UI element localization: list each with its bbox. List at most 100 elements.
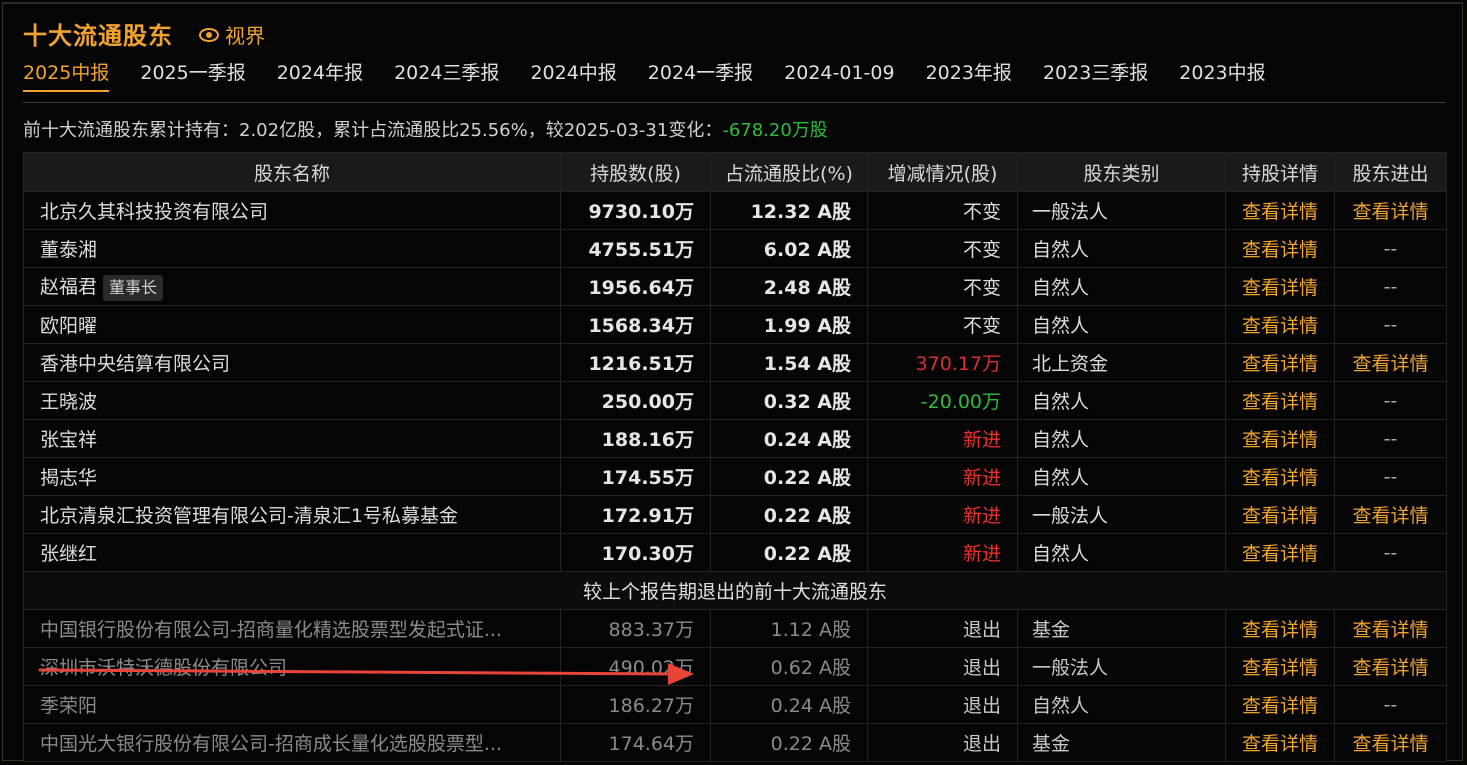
holder-type: 基金: [1017, 609, 1226, 648]
col-header-shares[interactable]: 持股数(股): [560, 152, 711, 192]
shareholder-name[interactable]: 中国银行股份有限公司-招商量化精选股票型发起式证...: [23, 609, 561, 648]
inout-link[interactable]: 查看详情: [1334, 191, 1447, 230]
inout-link[interactable]: 查看详情: [1334, 647, 1447, 686]
shareholder-name[interactable]: 董泰湘: [23, 229, 561, 268]
shareholder-name-text: 董泰湘: [40, 239, 98, 261]
tab-2[interactable]: 2024年报: [277, 58, 363, 90]
inout-link[interactable]: 查看详情: [1334, 343, 1447, 382]
holder-type: 一般法人: [1017, 191, 1226, 230]
detail-link[interactable]: 查看详情: [1225, 305, 1335, 344]
shareholder-name[interactable]: 赵福君 董事长: [23, 267, 561, 306]
ratio-value: 0.22 A股: [710, 533, 868, 572]
shareholder-name-text: 张宝祥: [40, 429, 98, 451]
shares-value: 170.30万: [560, 533, 711, 572]
detail-link[interactable]: 查看详情: [1225, 609, 1335, 648]
shares-value: 174.64万: [560, 723, 711, 762]
holder-type: 自然人: [1017, 267, 1226, 306]
col-header-inout: 股东进出: [1334, 152, 1447, 192]
shareholders-table: 股东名称 持股数(股) 占流通股比(%) 增减情况(股) 股东类别 持股详情 股…: [23, 152, 1447, 762]
detail-link[interactable]: 查看详情: [1225, 647, 1335, 686]
detail-link[interactable]: 查看详情: [1225, 191, 1335, 230]
shareholder-name[interactable]: 揭志华: [23, 457, 561, 496]
summary-text: 前十大流通股东累计持有：2.02亿股，累计占流通股比25.56%，较2025-0…: [23, 116, 828, 142]
inout-link[interactable]: 查看详情: [1334, 495, 1447, 534]
shareholder-name[interactable]: 香港中央结算有限公司: [23, 343, 561, 382]
holder-type: 自然人: [1017, 419, 1226, 458]
table-row: 欧阳曜 1568.34万 1.99 A股 不变 自然人 查看详情 --: [23, 305, 1447, 344]
detail-link[interactable]: 查看详情: [1225, 533, 1335, 572]
change-value: 新进: [867, 533, 1018, 572]
ratio-value: 2.48 A股: [710, 267, 868, 306]
tab-1[interactable]: 2025一季报: [140, 58, 245, 90]
tab-6[interactable]: 2024-01-09: [784, 58, 894, 90]
inout-empty: --: [1334, 685, 1447, 724]
shareholder-name-text: 赵福君: [40, 276, 98, 299]
table-row: 北京清泉汇投资管理有限公司-清泉汇1号私募基金 172.91万 0.22 A股 新进一…: [23, 495, 1447, 534]
shareholder-name[interactable]: 王晓波: [23, 381, 561, 420]
ratio-value: 6.02 A股: [710, 229, 868, 268]
shareholder-name[interactable]: 欧阳曜: [23, 305, 561, 344]
table-header: 股东名称 持股数(股) 占流通股比(%) 增减情况(股) 股东类别 持股详情 股…: [23, 152, 1447, 192]
table-row: 董泰湘 4755.51万 6.02 A股 不变 自然人 查看详情 --: [23, 229, 1447, 268]
tab-5[interactable]: 2024一季报: [648, 58, 753, 90]
shares-value: 1568.34万: [560, 305, 711, 344]
table-row-exited: 中国光大银行股份有限公司-招商成长量化选股股票型... 174.64万 0.22 A…: [23, 723, 1447, 762]
shareholder-name[interactable]: 深圳市沃特沃德股份有限公司: [23, 647, 561, 686]
detail-link[interactable]: 查看详情: [1225, 457, 1335, 496]
shares-value: 188.16万: [560, 419, 711, 458]
vision-link[interactable]: 视界: [199, 20, 265, 49]
shareholder-name[interactable]: 北京清泉汇投资管理有限公司-清泉汇1号私募基金: [23, 495, 561, 534]
shareholder-name[interactable]: 张继红: [23, 533, 561, 572]
change-value: 退出: [867, 609, 1018, 648]
inout-link[interactable]: 查看详情: [1334, 723, 1447, 762]
table-row: 张宝祥 188.16万 0.24 A股 新进 自然人 查看详情 --: [23, 419, 1447, 458]
holder-type: 自然人: [1017, 533, 1226, 572]
ratio-value: 1.54 A股: [710, 343, 868, 382]
change-value: 新进: [867, 457, 1018, 496]
shareholder-name[interactable]: 北京久其科技投资有限公司: [23, 191, 561, 230]
detail-link[interactable]: 查看详情: [1225, 419, 1335, 458]
table-row: 赵福君 董事长 1956.64万 2.48 A股 不变 自然人 查看详情 --: [23, 267, 1447, 306]
table-row: 北京久其科技投资有限公司 9730.10万 12.32 A股 不变 一般法人 查看详情 查看…: [23, 191, 1447, 230]
col-header-change[interactable]: 增减情况(股): [867, 152, 1018, 192]
inout-empty: --: [1334, 381, 1447, 420]
ratio-value: 0.24 A股: [710, 685, 868, 724]
detail-link[interactable]: 查看详情: [1225, 381, 1335, 420]
inout-empty: --: [1334, 267, 1447, 306]
holder-type: 自然人: [1017, 305, 1226, 344]
col-header-type[interactable]: 股东类别: [1017, 152, 1226, 192]
tab-0[interactable]: 2025中报: [23, 58, 110, 92]
shareholder-name-text: 张继红: [40, 543, 98, 565]
shares-value: 9730.10万: [560, 191, 711, 230]
holder-type: 一般法人: [1017, 647, 1226, 686]
table-row: 王晓波 250.00万 0.32 A股 -20.00万 自然人 查看详情 --: [23, 381, 1447, 420]
col-header-name[interactable]: 股东名称: [23, 152, 561, 192]
tab-3[interactable]: 2024三季报: [394, 58, 499, 90]
detail-link[interactable]: 查看详情: [1225, 495, 1335, 534]
detail-link[interactable]: 查看详情: [1225, 343, 1335, 382]
detail-link[interactable]: 查看详情: [1225, 685, 1335, 724]
shares-value: 172.91万: [560, 495, 711, 534]
shares-value: 186.27万: [560, 685, 711, 724]
holder-type: 自然人: [1017, 229, 1226, 268]
eye-icon: [199, 27, 219, 42]
shareholder-name[interactable]: 中国光大银行股份有限公司-招商成长量化选股股票型...: [23, 723, 561, 762]
shareholder-name[interactable]: 张宝祥: [23, 419, 561, 458]
holder-type: 一般法人: [1017, 495, 1226, 534]
shareholder-name-text: 北京清泉汇投资管理有限公司-清泉汇1号私募基金: [40, 505, 458, 527]
tab-7[interactable]: 2023年报: [926, 58, 1012, 90]
inout-link[interactable]: 查看详情: [1334, 609, 1447, 648]
shareholder-name[interactable]: 季荣阳: [23, 685, 561, 724]
col-header-ratio[interactable]: 占流通股比(%): [710, 152, 868, 192]
detail-link[interactable]: 查看详情: [1225, 229, 1335, 268]
tab-4[interactable]: 2024中报: [530, 58, 616, 90]
ratio-value: 0.22 A股: [710, 723, 868, 762]
detail-link[interactable]: 查看详情: [1225, 723, 1335, 762]
detail-link[interactable]: 查看详情: [1225, 267, 1335, 306]
tab-8[interactable]: 2023三季报: [1043, 58, 1148, 90]
shares-value: 490.02万: [560, 647, 711, 686]
holder-type: 基金: [1017, 723, 1226, 762]
shareholder-name-text: 欧阳曜: [40, 315, 98, 337]
ratio-value: 1.99 A股: [710, 305, 868, 344]
tab-9[interactable]: 2023中报: [1179, 58, 1265, 90]
